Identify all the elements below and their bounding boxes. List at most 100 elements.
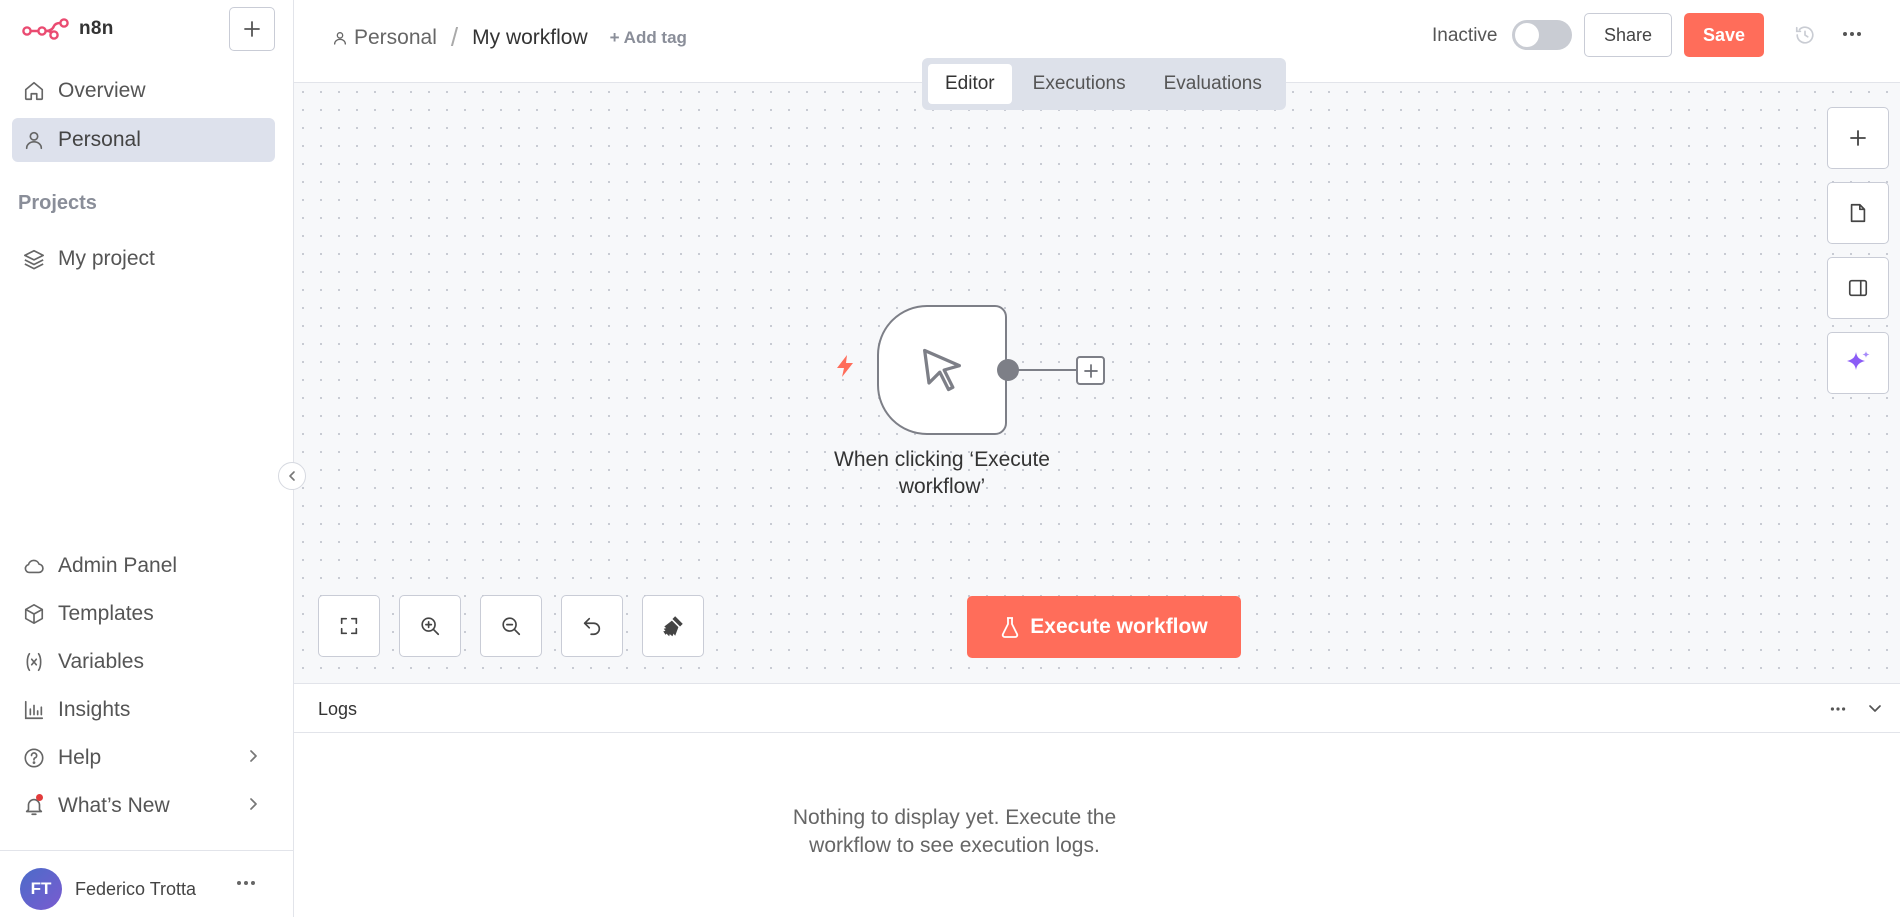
workflow-name[interactable]: My workflow [472, 26, 588, 50]
user-icon [22, 128, 46, 152]
sidebar-item-label: Insights [58, 698, 131, 721]
bar-chart-icon [22, 698, 46, 722]
sidebar-item-label: What’s New [58, 794, 170, 817]
sidebar-item-label: Templates [58, 602, 154, 625]
more-horizontal-icon[interactable] [236, 879, 256, 887]
node-output-handle[interactable] [997, 359, 1019, 381]
node-connector-line [1017, 369, 1077, 371]
sidebar-item-templates[interactable]: Templates [12, 592, 275, 636]
sidebar-item-admin-panel[interactable]: Admin Panel [12, 544, 275, 588]
sidebar-item-my-project[interactable]: My project [12, 237, 275, 281]
user-icon [332, 30, 348, 46]
create-new-button[interactable] [229, 7, 275, 51]
logs-empty-message: Nothing to display yet. Execute the work… [294, 804, 1615, 860]
breadcrumb-project[interactable]: Personal [332, 26, 437, 50]
projects-section-title: Projects [18, 192, 97, 214]
workflow-canvas[interactable]: When clicking ‘Execute workflow’ Execute… [294, 83, 1900, 683]
undo-icon [581, 615, 603, 637]
sticky-note-icon [1847, 202, 1869, 224]
sidebar-item-insights[interactable]: Insights [12, 688, 275, 732]
user-menu[interactable]: FT Federico Trotta [0, 850, 294, 917]
flask-icon [1000, 616, 1020, 638]
sparkle-icon [1844, 349, 1872, 377]
toggle-side-panel-button[interactable] [1827, 257, 1889, 319]
maximize-icon [338, 615, 360, 637]
open-nodes-panel-button[interactable] [1827, 107, 1889, 169]
sidebar-item-whats-new[interactable]: What’s New [12, 784, 275, 828]
sidebar-item-help[interactable]: Help [12, 736, 275, 780]
logs-empty-line: workflow to see execution logs. [809, 834, 1100, 857]
fit-view-button[interactable] [318, 595, 380, 657]
add-sticky-note-button[interactable] [1827, 182, 1889, 244]
cloud-icon [22, 554, 46, 578]
layers-icon [22, 247, 46, 271]
view-tabs: Editor Executions Evaluations [922, 58, 1286, 110]
trigger-node-body[interactable] [877, 305, 1007, 435]
box-icon [22, 602, 46, 626]
execute-workflow-label: Execute workflow [1030, 615, 1208, 638]
plus-icon [1083, 363, 1099, 379]
workflow-status-label: Inactive [1432, 25, 1498, 46]
collapse-sidebar-button[interactable] [278, 462, 306, 490]
chevron-down-icon[interactable] [1867, 700, 1883, 716]
more-horizontal-icon[interactable] [1830, 701, 1846, 717]
logs-empty-line: Nothing to display yet. Execute the [792, 806, 1117, 829]
broom-icon [660, 613, 686, 639]
trigger-node-label: When clicking ‘Execute workflow’ [787, 446, 1097, 500]
chevron-right-icon [245, 748, 261, 764]
execute-workflow-button[interactable]: Execute workflow [967, 596, 1241, 658]
add-node-button[interactable] [1076, 356, 1105, 385]
tab-executions[interactable]: Executions [1016, 64, 1143, 104]
help-icon [22, 746, 46, 770]
breadcrumb-project-label: Personal [354, 25, 437, 49]
variable-icon [22, 650, 46, 674]
zoom-in-button[interactable] [399, 595, 461, 657]
sidebar-item-label: Help [58, 746, 102, 769]
add-tag-button[interactable]: + Add tag [610, 28, 687, 48]
plus-icon [242, 19, 262, 39]
history-icon[interactable] [1794, 24, 1816, 46]
node-label-line: workflow’ [898, 475, 986, 498]
zoom-out-icon [500, 615, 522, 637]
cursor-icon [916, 344, 968, 396]
sidebar-item-label: Variables [58, 650, 144, 673]
sidebar-item-label: My project [58, 247, 155, 270]
chevron-right-icon [245, 796, 261, 812]
logs-title: Logs [318, 699, 358, 719]
node-label-line: When clicking ‘Execute [834, 448, 1050, 471]
toggle-knob [1515, 23, 1539, 47]
bolt-icon [833, 353, 857, 379]
sidebar-item-label: Overview [58, 79, 146, 102]
home-icon [22, 79, 46, 103]
logo[interactable]: n8n [22, 18, 114, 40]
sidebar-item-overview[interactable]: Overview [12, 69, 275, 113]
ai-assistant-button[interactable] [1827, 332, 1889, 394]
workflow-active-toggle[interactable] [1512, 20, 1572, 50]
logs-header[interactable]: Logs [294, 684, 1900, 733]
chevron-left-icon [286, 470, 298, 482]
sidebar-item-label: Admin Panel [58, 554, 178, 577]
canvas-right-toolbar [1827, 107, 1889, 394]
tab-evaluations[interactable]: Evaluations [1147, 64, 1279, 104]
zoom-in-icon [419, 615, 441, 637]
tidy-up-button[interactable] [642, 595, 704, 657]
app-name: n8n [79, 18, 114, 39]
notification-dot [36, 794, 43, 801]
logs-panel: Logs Nothing to display yet. Execute the… [294, 683, 1900, 917]
zoom-out-button[interactable] [480, 595, 542, 657]
tab-editor[interactable]: Editor [928, 64, 1012, 104]
sidebar-item-variables[interactable]: Variables [12, 640, 275, 684]
user-name: Federico Trotta [75, 879, 197, 899]
more-horizontal-icon[interactable] [1842, 24, 1862, 44]
plus-icon [1848, 128, 1868, 148]
breadcrumb: Personal / My workflow + Add tag [332, 22, 687, 53]
breadcrumb-separator: / [450, 22, 459, 52]
sidebar-item-personal[interactable]: Personal [12, 118, 275, 162]
share-button[interactable]: Share [1584, 13, 1672, 57]
reset-zoom-button[interactable] [561, 595, 623, 657]
bell-icon [22, 794, 46, 818]
avatar[interactable]: FT [20, 868, 62, 910]
save-button[interactable]: Save [1684, 13, 1764, 57]
sidebar-item-label: Personal [58, 128, 141, 151]
sidebar: n8n Overview Personal Projects My projec… [0, 0, 306, 917]
